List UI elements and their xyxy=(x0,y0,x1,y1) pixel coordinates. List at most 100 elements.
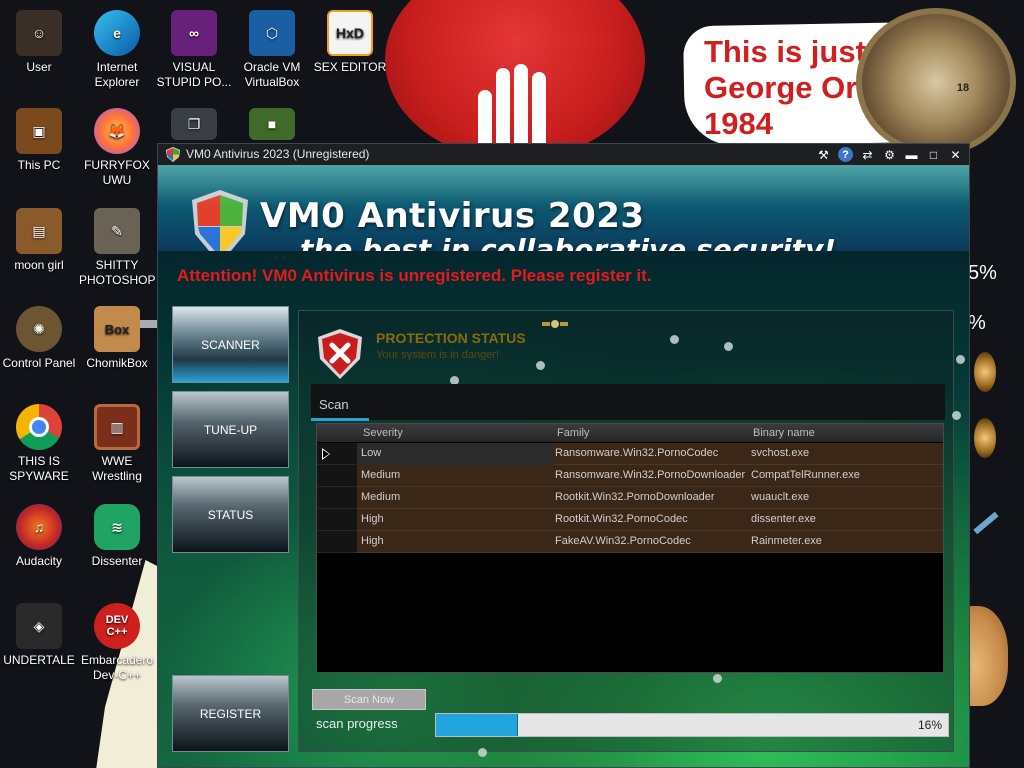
window-stack-icon: ❐ xyxy=(171,108,217,140)
sword-icon xyxy=(973,511,999,535)
table-row[interactable]: Low Ransomware.Win32.PornoCodec svchost.… xyxy=(317,443,943,465)
nav-register-button[interactable]: REGISTER xyxy=(172,675,289,752)
maximize-button[interactable]: □ xyxy=(926,147,941,162)
desktop-icon-visual-studio[interactable]: ∞ VISUAL STUPID PO... xyxy=(156,10,232,90)
desktop-icon-label: Internet Explorer xyxy=(94,60,140,89)
chomikbox-icon: Box xyxy=(94,306,140,352)
desktop-icon-internet-explorer[interactable]: e Internet Explorer xyxy=(79,10,155,90)
desktop-icon-chrome[interactable]: THIS IS SPYWARE xyxy=(1,404,77,484)
clock-number: 18 xyxy=(956,82,970,94)
danger-shield-icon xyxy=(318,329,362,379)
threat-table-header: Severity Family Binary name xyxy=(317,424,943,442)
desktop-icon-audacity[interactable]: ♫ Audacity xyxy=(1,504,77,569)
desktop-icon-gimp[interactable]: ✎ SHITTY PHOTOSHOP xyxy=(79,208,155,288)
desktop-icon-control-panel[interactable]: ✺ Control Panel xyxy=(1,306,77,371)
shield-icon xyxy=(166,147,180,162)
desktop-icon-label: THIS IS SPYWARE xyxy=(9,454,69,483)
scan-progress-percent: 16% xyxy=(917,718,942,732)
desktop-icon-undertale[interactable]: ◈ UNDERTALE xyxy=(1,603,77,668)
snow-dot xyxy=(724,342,733,351)
snow-dot xyxy=(713,674,722,683)
desktop-icon-label: WWE Wrestling xyxy=(92,454,142,483)
chomikbox-badge: Box xyxy=(104,321,130,337)
desktop-icon-label: SEX EDITOR xyxy=(313,60,387,74)
desktop-icon-label: FURRYFOX UWU xyxy=(84,158,150,187)
row-cells: High FakeAV.Win32.PornoCodec Rainmeter.e… xyxy=(357,531,943,553)
desktop-icon-firefox[interactable]: 🦊 FURRYFOX UWU xyxy=(79,108,155,188)
desktop-icon-chomikbox[interactable]: Box ChomikBox xyxy=(79,306,155,371)
desktop-icon-label: ChomikBox xyxy=(86,356,148,370)
cell-family: Ransomware.Win32.PornoDownloader xyxy=(555,469,746,481)
cell-family: Ransomware.Win32.PornoCodec xyxy=(555,447,719,459)
widget-percent-text: 5% xyxy=(968,262,997,284)
desktop-icon-label: SHITTY PHOTOSHOP xyxy=(79,258,156,287)
desktop-icon-moon-girl[interactable]: ▤ moon girl xyxy=(1,208,77,273)
visual-studio-icon: ∞ xyxy=(171,10,217,56)
column-header-binary[interactable]: Binary name xyxy=(753,427,815,439)
scan-tab-strip: Scan xyxy=(311,384,945,421)
close-button[interactable]: ✕ xyxy=(948,147,963,162)
desktop-icon-this-pc[interactable]: ▣ This PC xyxy=(1,108,77,173)
cell-family: FakeAV.Win32.PornoCodec xyxy=(555,535,691,547)
threat-table: Severity Family Binary name Low Ransomwa… xyxy=(316,423,944,673)
devcpp-badge: DEV C++ xyxy=(105,614,129,638)
devcpp-icon: DEV C++ xyxy=(94,603,140,649)
tab-scan[interactable]: Scan xyxy=(319,397,349,412)
desktop-icon-virtualbox[interactable]: ⬡ Oracle VM VirtualBox xyxy=(234,10,310,90)
row-cells: Low Ransomware.Win32.PornoCodec svchost.… xyxy=(357,443,943,465)
rainmeter-orb-icon[interactable] xyxy=(974,352,996,392)
desktop-icon-label: This PC xyxy=(17,158,61,172)
dissenter-icon: ≋ xyxy=(94,504,140,550)
row-pointer-icon xyxy=(322,448,330,460)
snow-dot xyxy=(478,748,487,757)
nav-tuneup-button[interactable]: TUNE-UP xyxy=(172,391,289,468)
audacity-icon: ♫ xyxy=(16,504,62,550)
row-header xyxy=(317,465,357,487)
virtualbox-icon: ⬡ xyxy=(249,10,295,56)
snow-dot xyxy=(956,355,965,364)
minimize-button[interactable]: ▬ xyxy=(904,147,919,162)
table-row[interactable]: High FakeAV.Win32.PornoCodec Rainmeter.e… xyxy=(317,531,943,553)
desktop-icon-partial-2[interactable]: ■ xyxy=(234,108,310,142)
cell-binary: CompatTelRunner.exe xyxy=(751,469,860,481)
desktop-icon-label: Embarcadero Dev-C++ xyxy=(80,653,154,682)
desktop-icon-dissenter[interactable]: ≋ Dissenter xyxy=(79,504,155,569)
desktop-icon-label: Oracle VM VirtualBox xyxy=(243,60,301,89)
protection-status-subtitle: Your system is in danger! xyxy=(376,349,500,361)
steampunk-clock-widget[interactable] xyxy=(856,8,1016,156)
selected-cell-highlight xyxy=(357,443,553,465)
edge-browser-icon: e xyxy=(94,10,140,56)
scan-now-button[interactable]: Scan Now xyxy=(312,689,426,710)
table-row[interactable]: Medium Ransomware.Win32.PornoDownloader … xyxy=(317,465,943,487)
desktop-icon-user[interactable]: ☺ User xyxy=(1,10,77,75)
app-name: VM0 Antivirus 2023 xyxy=(260,196,645,236)
nav-scanner-button[interactable]: SCANNER xyxy=(172,306,289,383)
desktop-icon-hex-editor[interactable]: HxD SEX EDITOR xyxy=(312,10,388,75)
nav-status-button[interactable]: STATUS xyxy=(172,476,289,553)
desktop-icon-devcpp[interactable]: DEV C++ Embarcadero Dev-C++ xyxy=(79,603,155,683)
column-header-family[interactable]: Family xyxy=(557,427,589,439)
help-icon[interactable]: ? xyxy=(838,147,853,162)
desktop-icon-partial-1[interactable]: ❐ xyxy=(156,108,232,142)
title-bar[interactable]: VM0 Antivirus 2023 (Unregistered) ⚒ ? ⇄ … xyxy=(158,144,969,165)
desktop-icon-label: UNDERTALE xyxy=(3,653,75,667)
rainmeter-orb-icon-2[interactable] xyxy=(974,418,996,458)
cell-severity: Medium xyxy=(361,469,401,481)
desktop-icon-wwe[interactable]: ▥ WWE Wrestling xyxy=(79,404,155,484)
scan-progress-label: scan progress xyxy=(316,716,398,731)
tools-icon[interactable]: ⚒ xyxy=(816,147,831,162)
satellite-icon xyxy=(542,320,568,328)
app-header: VM0 Antivirus 2023 the best in collabora… xyxy=(158,165,969,266)
cell-severity: Medium xyxy=(361,491,401,503)
gear-icon[interactable]: ⚙ xyxy=(882,147,897,162)
table-row[interactable]: High Rootkit.Win32.PornoCodec dissenter.… xyxy=(317,509,943,531)
refresh-icon[interactable]: ⇄ xyxy=(860,147,875,162)
folder-icon: ▤ xyxy=(16,208,62,254)
cell-family: Rootkit.Win32.PornoDownloader xyxy=(555,491,715,503)
table-row[interactable]: Medium Rootkit.Win32.PornoDownloader wua… xyxy=(317,487,943,509)
cell-severity: High xyxy=(361,513,384,525)
control-panel-icon: ✺ xyxy=(16,306,62,352)
row-header xyxy=(317,509,357,531)
scan-progress-bar: 16% xyxy=(435,713,949,737)
column-header-severity[interactable]: Severity xyxy=(363,427,403,439)
